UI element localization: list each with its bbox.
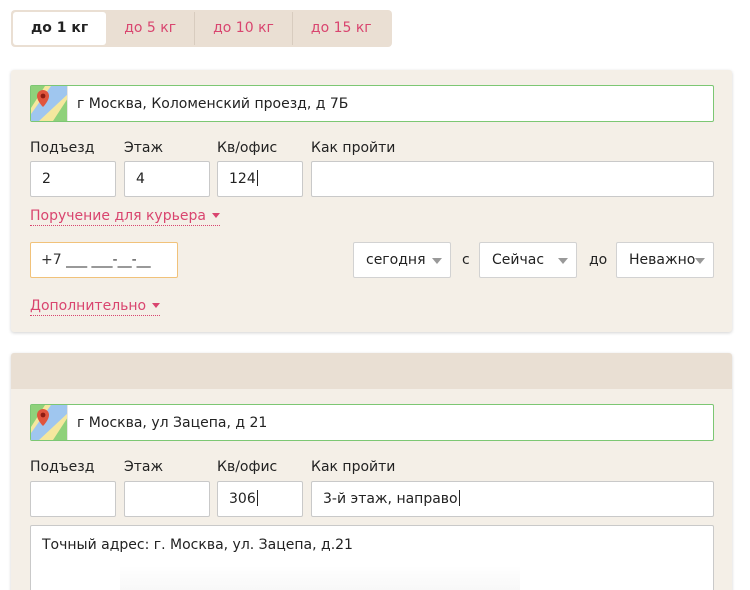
- phone-input[interactable]: +7 ___ ___-__-__: [30, 242, 178, 278]
- chevron-down-icon: [211, 213, 220, 218]
- to-word: до: [589, 252, 608, 268]
- day-select-value: сегодня: [366, 252, 426, 268]
- tab-weight-1kg[interactable]: до 1 кг: [13, 12, 107, 45]
- label-how-to-get: Как пройти: [311, 459, 396, 475]
- time-from-select[interactable]: Сейчас: [479, 242, 577, 278]
- courier-task-label: Поручение для курьера: [30, 208, 206, 224]
- time-to-value: Неважно: [629, 252, 696, 268]
- label-apartment: Кв/офис: [217, 459, 278, 475]
- label-entrance: Подъезд: [30, 459, 95, 475]
- label-entrance: Подъезд: [30, 140, 95, 156]
- address-input-2[interactable]: г Москва, ул Зацепа, д 21: [30, 404, 714, 441]
- more-options-link[interactable]: Дополнительно: [30, 298, 161, 316]
- how-to-get-input-2[interactable]: 3-й этаж, направо: [311, 481, 714, 517]
- more-options-label: Дополнительно: [30, 298, 147, 314]
- label-floor: Этаж: [124, 459, 164, 475]
- exact-address-note[interactable]: Точный адрес: г. Москва, ул. Зацепа, д.2…: [30, 525, 714, 590]
- courier-task-link[interactable]: Поручение для курьера: [30, 208, 220, 226]
- delivery-point-card-2: г Москва, ул Зацепа, д 21 Подъезд Этаж К…: [11, 353, 732, 590]
- floor-input-1[interactable]: 4: [124, 161, 210, 197]
- chevron-down-icon: [152, 303, 161, 308]
- time-from-value: Сейчас: [492, 252, 545, 268]
- card-header-bar: [11, 353, 732, 389]
- address-text: г Москва, ул Зацепа, д 21: [77, 414, 268, 431]
- dropdown-arrow-icon: [432, 258, 442, 264]
- tab-weight-10kg[interactable]: до 10 кг: [195, 12, 293, 45]
- floor-input-2[interactable]: [124, 481, 210, 517]
- apartment-value: 306: [229, 491, 256, 507]
- entrance-input-1[interactable]: 2: [30, 161, 116, 197]
- entrance-input-2[interactable]: [30, 481, 116, 517]
- dropdown-arrow-icon: [558, 258, 568, 264]
- dropdown-arrow-icon: [695, 258, 705, 264]
- time-to-select[interactable]: Неважно: [616, 242, 714, 278]
- tab-weight-15kg[interactable]: до 15 кг: [293, 12, 390, 45]
- from-word: с: [462, 252, 470, 268]
- address-input-1[interactable]: г Москва, Коломенский проезд, д 7Б: [30, 85, 714, 122]
- apartment-input-2[interactable]: 306: [217, 481, 303, 517]
- apartment-value: 124: [229, 171, 256, 187]
- address-text: г Москва, Коломенский проезд, д 7Б: [77, 95, 349, 112]
- how-to-get-input-1[interactable]: [311, 161, 714, 197]
- day-select[interactable]: сегодня: [353, 242, 451, 278]
- tab-weight-5kg[interactable]: до 5 кг: [106, 12, 196, 45]
- weight-tabs: до 1 кг до 5 кг до 10 кг до 15 кг: [11, 10, 392, 47]
- how-to-get-value: 3-й этаж, направо: [323, 491, 458, 507]
- map-pin-icon: [31, 86, 68, 121]
- label-apartment: Кв/офис: [217, 140, 278, 156]
- map-pin-icon: [31, 405, 68, 440]
- apartment-input-1[interactable]: 124: [217, 161, 303, 197]
- delivery-point-card-1: г Москва, Коломенский проезд, д 7Б Подъе…: [11, 70, 732, 332]
- label-how-to-get: Как пройти: [311, 140, 396, 156]
- label-floor: Этаж: [124, 140, 164, 156]
